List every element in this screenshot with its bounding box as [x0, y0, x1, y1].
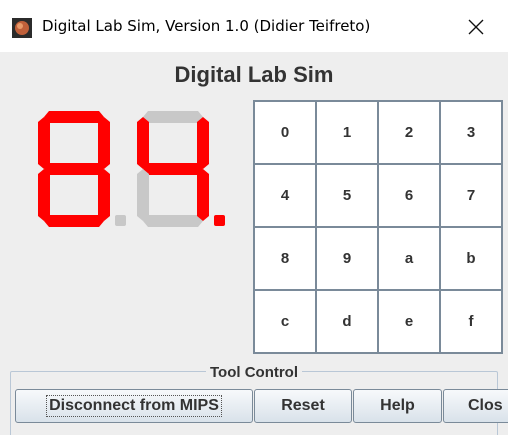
digit-1-decimal-point: [115, 215, 126, 226]
key-d[interactable]: d: [317, 291, 377, 352]
digit-2-decimal-point: [214, 215, 225, 226]
digit-2-segment-g: [143, 163, 203, 175]
app-title: Digital Lab Sim: [174, 62, 334, 87]
digit-1-segment-g: [44, 163, 104, 175]
key-2[interactable]: 2: [379, 102, 439, 163]
key-9[interactable]: 9: [317, 228, 377, 289]
digit-1-segment-d: [44, 215, 104, 227]
key-a[interactable]: a: [379, 228, 439, 289]
disconnect-button-label: Disconnect from MIPS: [46, 395, 222, 417]
digit-2-segment-e: [137, 169, 149, 221]
digit-2-segment-f: [137, 117, 149, 169]
digit-1-segment-c: [98, 169, 110, 221]
seven-segment-display: [38, 111, 225, 227]
key-8[interactable]: 8: [255, 228, 315, 289]
digit-1-segment-f: [38, 117, 50, 169]
key-4[interactable]: 4: [255, 165, 315, 226]
title-bar[interactable]: Digital Lab Sim, Version 1.0 (Didier Tei…: [0, 0, 508, 52]
main-panel: Digital Lab Sim 0123456789abcdef Tool Co…: [0, 52, 508, 435]
digit-2-segment-b: [197, 117, 209, 169]
close-button[interactable]: Clos: [443, 389, 508, 423]
app-window: Digital Lab Sim, Version 1.0 (Didier Tei…: [0, 0, 508, 435]
window-title: Digital Lab Sim, Version 1.0 (Didier Tei…: [42, 17, 371, 35]
key-5[interactable]: 5: [317, 165, 377, 226]
key-e[interactable]: e: [379, 291, 439, 352]
digit-1-segment-e: [38, 169, 50, 221]
close-window-button[interactable]: [462, 14, 490, 40]
help-button[interactable]: Help: [353, 389, 442, 423]
app-logo-icon: [12, 18, 32, 38]
key-b[interactable]: b: [441, 228, 501, 289]
key-f[interactable]: f: [441, 291, 501, 352]
key-3[interactable]: 3: [441, 102, 501, 163]
key-7[interactable]: 7: [441, 165, 501, 226]
disconnect-button[interactable]: Disconnect from MIPS: [15, 389, 253, 423]
digit-1-segment-b: [98, 117, 110, 169]
key-0[interactable]: 0: [255, 102, 315, 163]
digit-2-segment-c: [197, 169, 209, 221]
digit-1-segment-a: [44, 111, 104, 123]
reset-button[interactable]: Reset: [254, 389, 352, 423]
key-1[interactable]: 1: [317, 102, 377, 163]
close-icon: [468, 19, 484, 35]
digit-2-segment-d: [143, 215, 203, 227]
key-6[interactable]: 6: [379, 165, 439, 226]
key-c[interactable]: c: [255, 291, 315, 352]
hex-keypad: 0123 4567 89ab cdef: [253, 100, 503, 354]
digit-2-segment-a: [143, 111, 203, 123]
